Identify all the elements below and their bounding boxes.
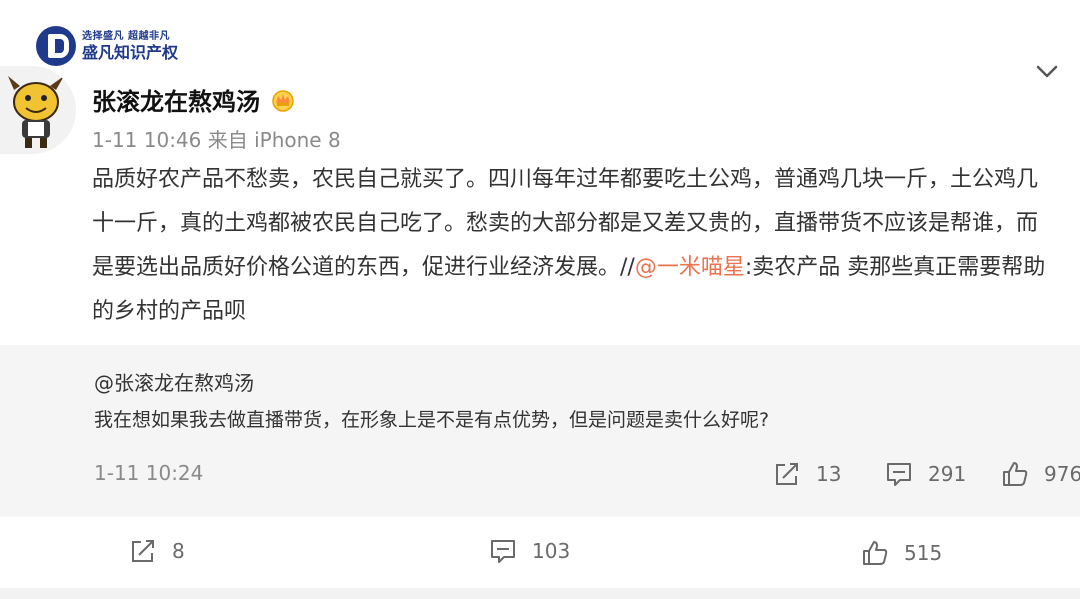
repost-like-button[interactable]: 976 (1000, 459, 1080, 489)
brand-logo-icon (36, 26, 76, 66)
like-count: 515 (904, 541, 943, 565)
share-button[interactable]: 8 (128, 536, 185, 566)
cartoon-avatar-icon (8, 76, 64, 148)
repost-text: 我在想如果我去做直播带货，在形象上是不是有点优势，但是问题是卖什么好呢? (94, 409, 770, 431)
comment-count: 103 (532, 539, 571, 563)
post-meta: 1-11 10:46 来自 iPhone 8 (92, 128, 341, 152)
chevron-down-icon[interactable] (1034, 58, 1060, 84)
crown-badge-icon (272, 89, 294, 112)
share-count: 8 (172, 539, 185, 563)
comment-icon (491, 540, 515, 563)
share-icon (776, 463, 798, 485)
watermark-logo: 选择盛凡 超越非凡 盛凡知识产权 (36, 26, 178, 66)
watermark-name: 盛凡知识产权 (82, 42, 179, 62)
comment-icon (887, 463, 911, 486)
repost-comment-count: 291 (928, 462, 967, 486)
post-author[interactable]: 张滚龙在熬鸡汤 (92, 82, 296, 117)
watermark-slogan: 选择盛凡 超越非凡 (82, 30, 170, 42)
repost-like-count: 976 (1044, 462, 1080, 486)
thumbs-up-icon (863, 541, 888, 565)
bottom-divider (0, 588, 1080, 599)
mention-link[interactable]: @一米喵星 (635, 255, 745, 280)
avatar[interactable] (0, 66, 76, 154)
like-button[interactable]: 515 (860, 538, 942, 568)
post-author-name[interactable]: 张滚龙在熬鸡汤 (92, 82, 260, 117)
watermark-text: 选择盛凡 超越非凡 盛凡知识产权 (82, 31, 178, 62)
comment-button[interactable]: 103 (488, 536, 570, 566)
post-content: 品质好农产品不愁卖，农民自己就买了。四川每年过年都要吃土公鸡，普通鸡几块一斤，土… (92, 158, 1052, 334)
repost-box[interactable]: @张滚龙在熬鸡汤 我在想如果我去做直播带货，在形象上是不是有点优势，但是问题是卖… (0, 345, 1080, 517)
repost-share-count: 13 (816, 462, 842, 486)
share-icon (132, 540, 154, 562)
repost-author[interactable]: @张滚龙在熬鸡汤 (94, 367, 254, 396)
repost-comment-button[interactable]: 291 (884, 459, 966, 489)
thumbs-up-icon (1003, 462, 1028, 486)
repost-timestamp: 1-11 10:24 (94, 461, 204, 485)
repost-share-button[interactable]: 13 (772, 459, 841, 489)
